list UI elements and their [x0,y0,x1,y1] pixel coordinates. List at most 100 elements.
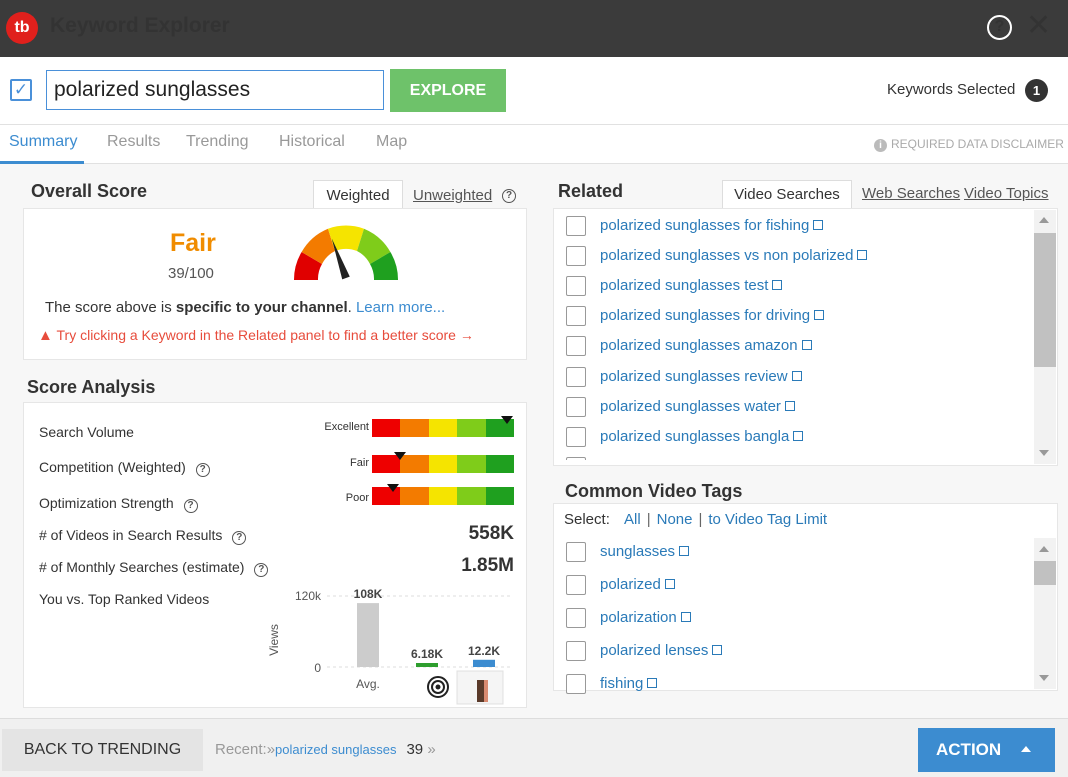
tag-item[interactable]: polarized lenses [566,641,866,663]
keyword-input[interactable] [46,70,384,110]
related-item-link[interactable]: polarized sunglasses scratch repair [600,458,849,460]
tab-historical[interactable]: Historical [279,133,345,151]
related-item-checkbox[interactable] [566,246,586,266]
external-link-icon[interactable] [813,220,824,230]
tag-item[interactable]: sunglasses [566,542,866,564]
related-item[interactable]: polarized sunglasses water [566,397,1031,419]
tag-item-link[interactable]: sunglasses [600,543,690,560]
related-item-link[interactable]: polarized sunglasses amazon [600,337,812,354]
tag-item[interactable]: polarized [566,575,866,597]
select-all-link[interactable]: All [624,511,641,528]
external-link-icon[interactable] [857,250,868,260]
tag-item-checkbox[interactable] [566,674,586,694]
related-item-checkbox[interactable] [566,276,586,296]
score-value: 39/100 [168,265,214,282]
tag-item-link[interactable]: fishing [600,675,658,692]
tag-item[interactable]: polarization [566,608,866,630]
related-item[interactable]: polarized sunglasses for driving [566,306,1031,328]
external-link-icon[interactable] [647,678,658,688]
recent-more-icon[interactable]: » [427,741,435,758]
related-item-link[interactable]: polarized sunglasses test [600,277,783,294]
tab-summary[interactable]: Summary [9,133,77,151]
data-disclaimer-link[interactable]: i REQUIRED DATA DISCLAIMER [874,137,1064,152]
back-to-trending-button[interactable]: BACK TO TRENDING [2,729,203,771]
action-button[interactable]: ACTION [918,728,1055,772]
external-link-icon[interactable] [814,310,825,320]
related-item[interactable]: polarized sunglasses amazon [566,336,1031,358]
external-link-icon[interactable] [680,612,691,622]
tag-item[interactable]: fishing [566,674,866,696]
unweighted-toggle[interactable]: Unweighted [413,187,492,204]
weighted-toggle[interactable]: Weighted [313,180,403,210]
chart-bar [473,659,495,667]
related-item[interactable]: polarized sunglasses test [566,276,1031,298]
videos-help-icon[interactable]: ? [232,531,247,545]
tab-results[interactable]: Results [107,133,160,151]
learn-more-link[interactable]: Learn more... [356,299,445,316]
related-item-link[interactable]: polarized sunglasses vs non polarized [600,247,868,264]
tags-scroll-thumb[interactable] [1034,561,1056,585]
related-item-checkbox[interactable] [566,457,586,460]
related-item-checkbox[interactable] [566,336,586,356]
tab-trending[interactable]: Trending [186,133,249,151]
related-item[interactable]: polarized sunglasses bangla [566,427,1031,449]
tag-item-link[interactable]: polarization [600,609,691,626]
close-icon[interactable]: ✕ [1026,9,1051,43]
competition-help-icon[interactable]: ? [195,463,210,477]
related-item-checkbox[interactable] [566,216,586,236]
optimization-help-icon[interactable]: ? [183,499,198,513]
tag-item-checkbox[interactable] [566,641,586,661]
external-link-icon[interactable] [791,371,802,381]
recent-keyword-link[interactable]: polarized sunglasses [275,742,396,757]
related-scroll-thumb[interactable] [1034,233,1056,367]
external-link-icon[interactable] [712,645,723,655]
monthly-searches-value: 1.85M [461,555,514,576]
related-item-checkbox[interactable] [566,367,586,387]
tag-item-label: sunglasses [600,543,676,560]
related-item-link[interactable]: polarized sunglasses for driving [600,307,825,324]
select-limit-link[interactable]: to Video Tag Limit [708,511,827,528]
tag-item-checkbox[interactable] [566,542,586,562]
tag-item-link[interactable]: polarized [600,576,675,593]
external-link-icon[interactable] [772,280,783,290]
select-none-link[interactable]: None [657,511,693,528]
tab-map[interactable]: Map [376,133,407,151]
related-item-label: polarized sunglasses for driving [600,307,811,324]
related-item-link[interactable]: polarized sunglasses water [600,398,795,415]
keyword-checkbox[interactable]: ✓ [10,79,32,101]
weighting-help-icon[interactable]: ? [502,185,516,203]
tag-item-link[interactable]: polarized lenses [600,642,723,659]
external-link-icon[interactable] [664,579,675,589]
related-item[interactable]: polarized sunglasses for fishing [566,216,1031,238]
related-item-checkbox[interactable] [566,397,586,417]
related-scroll-down-icon[interactable] [1039,450,1049,456]
related-item-link[interactable]: polarized sunglasses review [600,368,802,385]
recent-label: Recent:» [215,741,276,758]
related-scroll-up-icon[interactable] [1039,217,1049,223]
tag-item-checkbox[interactable] [566,608,586,628]
related-item[interactable]: polarized sunglasses scratch repair [566,457,1031,460]
related-item[interactable]: polarized sunglasses vs non polarized [566,246,1031,268]
tab-video-topics[interactable]: Video Topics [964,185,1049,202]
external-link-icon[interactable] [679,546,690,556]
tags-scroll-down-icon[interactable] [1039,675,1049,681]
related-item-link[interactable]: polarized sunglasses for fishing [600,217,824,234]
monthly-help-icon[interactable]: ? [254,563,269,577]
tag-item-checkbox[interactable] [566,575,586,595]
search-volume-meter [372,419,515,437]
tags-scroll-up-icon[interactable] [1039,546,1049,552]
related-item-checkbox[interactable] [566,427,586,447]
related-item-label: polarized sunglasses scratch repair [600,458,835,460]
related-item-label: polarized sunglasses amazon [600,337,798,354]
explore-button[interactable]: EXPLORE [390,69,506,112]
tab-web-searches[interactable]: Web Searches [862,185,960,202]
help-icon[interactable]: ? [987,15,1012,40]
external-link-icon[interactable] [793,431,804,441]
related-item[interactable]: polarized sunglasses review [566,367,1031,389]
related-item-checkbox[interactable] [566,306,586,326]
external-link-icon[interactable] [801,340,812,350]
thumbnail-figure [477,680,484,702]
related-item-link[interactable]: polarized sunglasses bangla [600,428,804,445]
tab-video-searches[interactable]: Video Searches [722,180,852,210]
external-link-icon[interactable] [784,401,795,411]
